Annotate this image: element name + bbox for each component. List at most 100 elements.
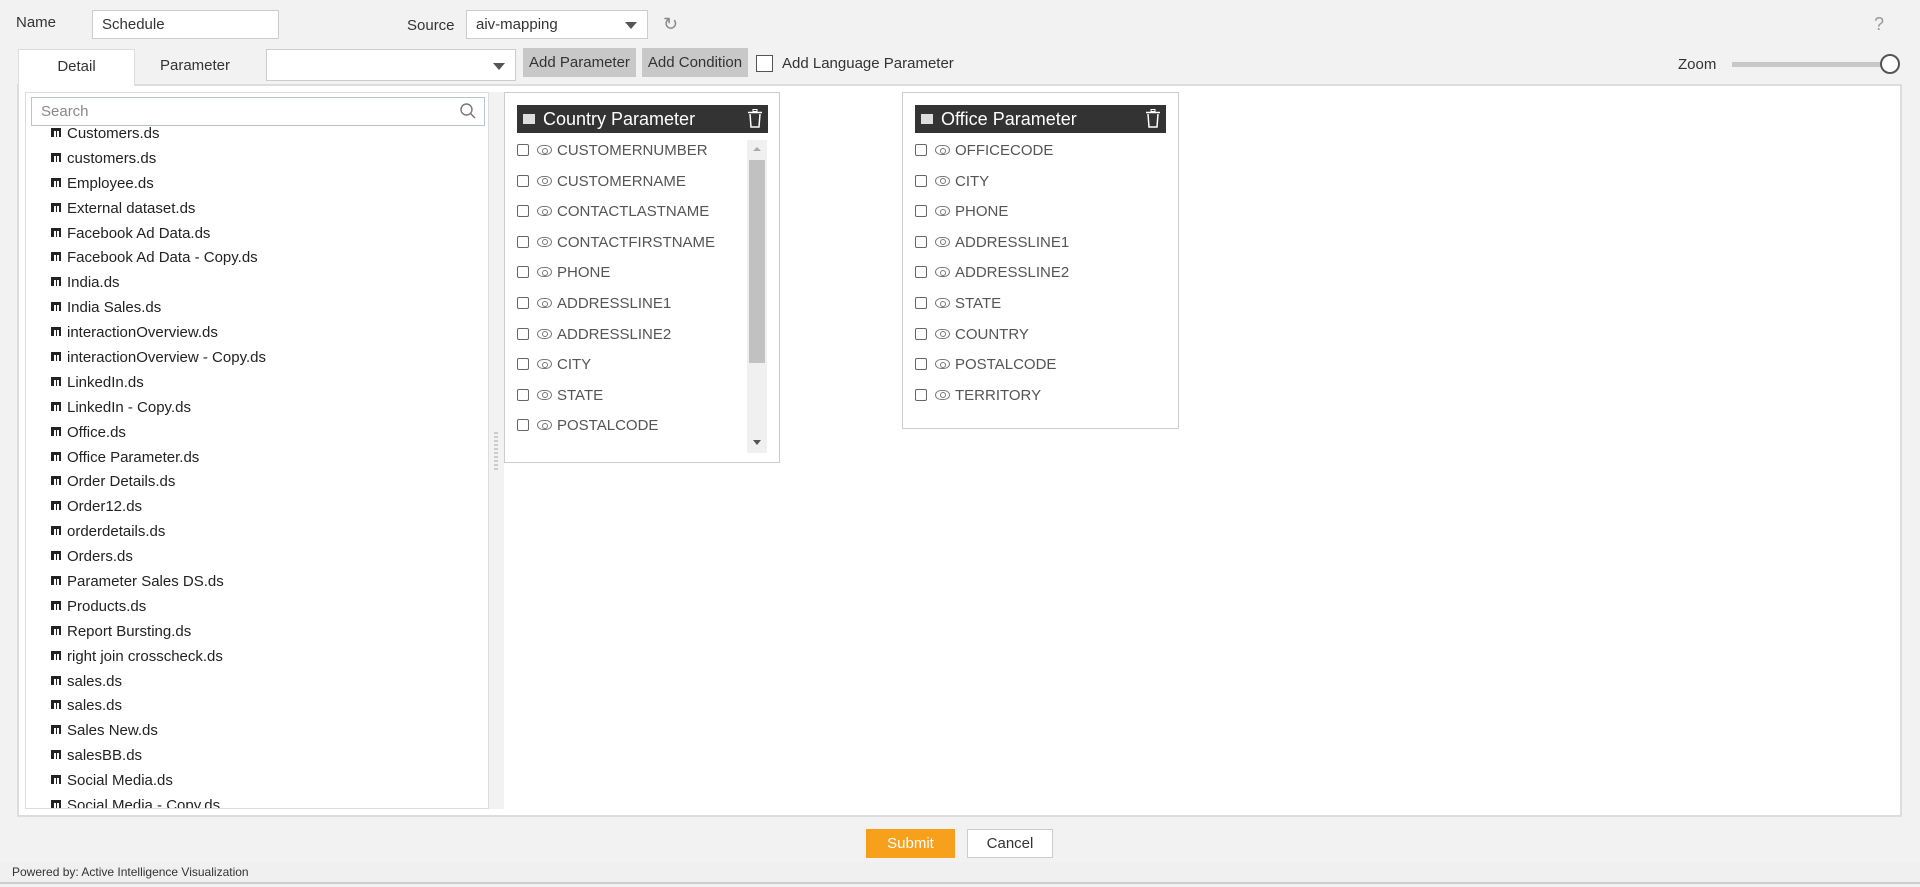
dataset-item[interactable]: Office Parameter.ds: [26, 446, 488, 471]
field-checkbox[interactable]: [915, 388, 927, 401]
field-checkbox[interactable]: [517, 358, 529, 371]
dataset-item[interactable]: Facebook Ad Data.ds: [26, 222, 488, 247]
dataset-item[interactable]: Order12.ds: [26, 495, 488, 520]
trash-icon[interactable]: [748, 109, 762, 128]
help-icon[interactable]: ?: [1874, 14, 1884, 35]
dataset-item[interactable]: sales.ds: [26, 670, 488, 695]
add-parameter-button[interactable]: Add Parameter: [523, 48, 636, 77]
parameter-select[interactable]: [266, 49, 516, 81]
field-row[interactable]: STATE: [915, 289, 1001, 320]
field-row[interactable]: POSTALCODE: [915, 350, 1056, 381]
country-parameter-card[interactable]: Country Parameter CUSTOMERNUMBER CUSTOMER…: [504, 92, 780, 463]
name-input[interactable]: Schedule: [92, 10, 279, 39]
field-row[interactable]: CUSTOMERNAME: [517, 167, 686, 198]
field-row[interactable]: ADDRESSLINE2: [915, 258, 1069, 289]
field-checkbox[interactable]: [517, 205, 529, 218]
field-checkbox[interactable]: [517, 144, 529, 157]
field-checkbox[interactable]: [517, 266, 529, 279]
dataset-item[interactable]: Facebook Ad Data - Copy.ds: [26, 246, 488, 271]
field-row[interactable]: CITY: [517, 350, 591, 381]
field-row[interactable]: COUNTRY: [915, 320, 1029, 351]
eye-icon[interactable]: [537, 145, 552, 156]
field-row[interactable]: POSTALCODE: [517, 411, 658, 442]
field-row[interactable]: ADDRESSLINE1: [915, 228, 1069, 259]
field-checkbox[interactable]: [517, 235, 529, 248]
splitter-grip-icon[interactable]: [494, 432, 498, 470]
dataset-item[interactable]: Sales New.ds: [26, 719, 488, 744]
eye-icon[interactable]: [935, 145, 950, 156]
dataset-item[interactable]: India.ds: [26, 271, 488, 296]
cancel-button[interactable]: Cancel: [967, 829, 1053, 858]
field-checkbox[interactable]: [517, 327, 529, 340]
search-input[interactable]: Search: [31, 97, 485, 126]
field-checkbox[interactable]: [915, 235, 927, 248]
field-checkbox[interactable]: [517, 174, 529, 187]
field-checkbox[interactable]: [517, 419, 529, 432]
field-row[interactable]: CONTACTLASTNAME: [517, 197, 709, 228]
refresh-icon[interactable]: ↻: [663, 14, 678, 35]
field-checkbox[interactable]: [517, 388, 529, 401]
tab-detail[interactable]: Detail: [18, 49, 135, 86]
dataset-item[interactable]: interactionOverview - Copy.ds: [26, 346, 488, 371]
eye-icon[interactable]: [935, 236, 950, 247]
eye-icon[interactable]: [537, 389, 552, 400]
field-checkbox[interactable]: [915, 297, 927, 310]
field-row[interactable]: CUSTOMERNUMBER: [517, 136, 708, 167]
zoom-slider-track[interactable]: [1732, 62, 1892, 67]
eye-icon[interactable]: [537, 236, 552, 247]
language-parameter-checkbox[interactable]: [756, 55, 773, 72]
eye-icon[interactable]: [537, 175, 552, 186]
dataset-item[interactable]: Report Bursting.ds: [26, 620, 488, 645]
field-checkbox[interactable]: [915, 327, 927, 340]
field-row[interactable]: CONTACTFIRSTNAME: [517, 228, 715, 259]
eye-icon[interactable]: [537, 420, 552, 431]
dataset-item[interactable]: Products.ds: [26, 595, 488, 620]
scrollbar[interactable]: [747, 140, 767, 453]
dataset-item[interactable]: Order Details.ds: [26, 470, 488, 495]
dataset-item[interactable]: orderdetails.ds: [26, 520, 488, 545]
scrollbar-thumb[interactable]: [749, 160, 765, 363]
field-checkbox[interactable]: [915, 266, 927, 279]
field-checkbox[interactable]: [915, 174, 927, 187]
source-select[interactable]: aiv-mapping: [466, 10, 648, 39]
dataset-item[interactable]: Social Media - Copy.ds: [26, 794, 488, 808]
eye-icon[interactable]: [935, 298, 950, 309]
submit-button[interactable]: Submit: [866, 829, 955, 858]
dataset-item[interactable]: Office.ds: [26, 421, 488, 446]
scroll-down-icon[interactable]: [753, 440, 761, 445]
dataset-item[interactable]: Orders.ds: [26, 545, 488, 570]
dataset-item[interactable]: India Sales.ds: [26, 296, 488, 321]
add-condition-button[interactable]: Add Condition: [642, 48, 748, 77]
field-row[interactable]: ADDRESSLINE2: [517, 320, 671, 351]
field-row[interactable]: OFFICECODE: [915, 136, 1053, 167]
dataset-item[interactable]: customers.ds: [26, 147, 488, 172]
eye-icon[interactable]: [935, 206, 950, 217]
eye-icon[interactable]: [935, 389, 950, 400]
dataset-item[interactable]: right join crosscheck.ds: [26, 645, 488, 670]
eye-icon[interactable]: [537, 328, 552, 339]
scroll-up-icon[interactable]: [753, 147, 761, 151]
office-parameter-card[interactable]: Office Parameter OFFICECODE CITY PHONE ADDR…: [902, 92, 1179, 429]
dataset-item[interactable]: Social Media.ds: [26, 769, 488, 794]
field-checkbox[interactable]: [915, 205, 927, 218]
field-row[interactable]: CITY: [915, 167, 989, 198]
dataset-item[interactable]: sales.ds: [26, 694, 488, 719]
field-checkbox[interactable]: [915, 144, 927, 157]
card-header[interactable]: Country Parameter: [517, 105, 768, 133]
field-row[interactable]: PHONE: [915, 197, 1008, 228]
dataset-item[interactable]: salesBB.ds: [26, 744, 488, 769]
dataset-item[interactable]: LinkedIn.ds: [26, 371, 488, 396]
eye-icon[interactable]: [537, 206, 552, 217]
card-header[interactable]: Office Parameter: [915, 105, 1166, 133]
dataset-item[interactable]: Parameter Sales DS.ds: [26, 570, 488, 595]
dataset-item[interactable]: interactionOverview.ds: [26, 321, 488, 346]
field-checkbox[interactable]: [915, 358, 927, 371]
eye-icon[interactable]: [935, 359, 950, 370]
eye-icon[interactable]: [537, 298, 552, 309]
trash-icon[interactable]: [1146, 109, 1160, 128]
field-row[interactable]: TERRITORY: [915, 381, 1041, 412]
eye-icon[interactable]: [935, 267, 950, 278]
field-row[interactable]: STATE: [517, 381, 603, 412]
zoom-slider-handle[interactable]: [1880, 54, 1900, 74]
dataset-item[interactable]: Customers.ds: [26, 127, 488, 147]
